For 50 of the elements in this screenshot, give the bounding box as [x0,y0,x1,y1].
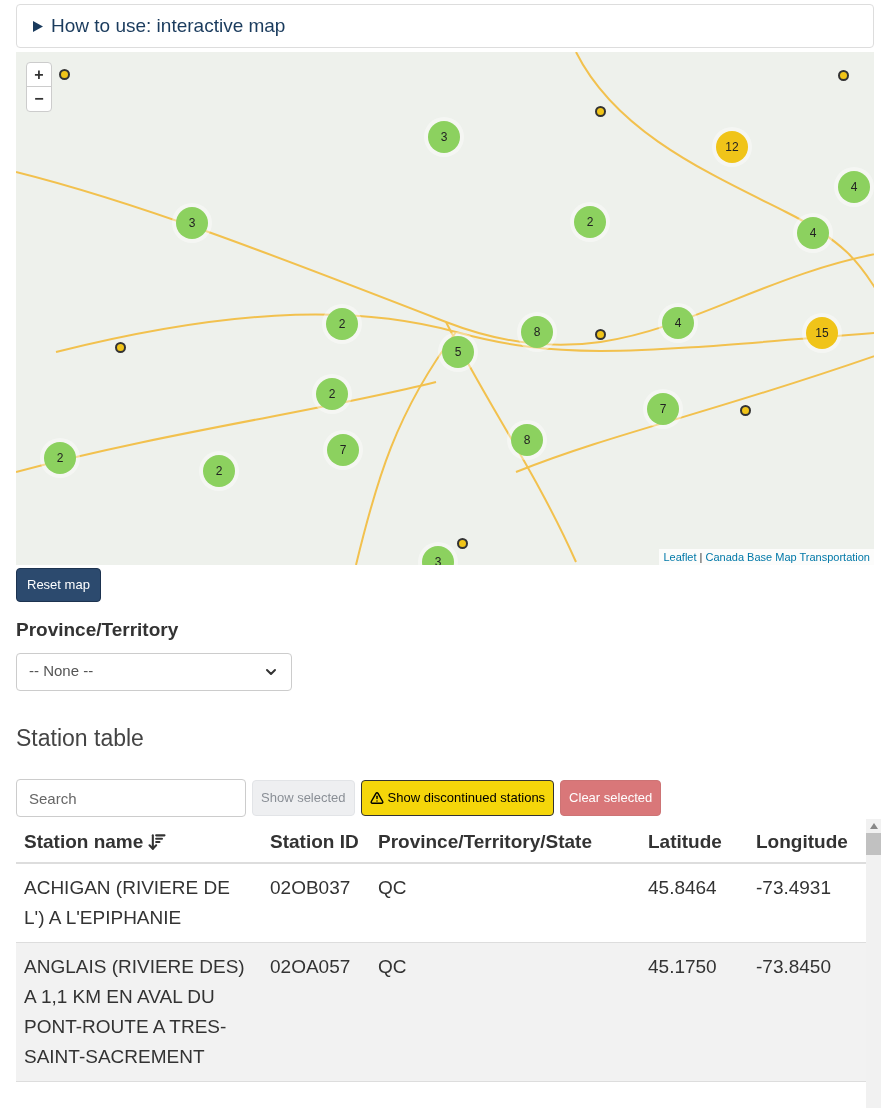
cluster-marker[interactable]: 8 [511,424,543,456]
table-cell-text: -73.4931 [755,876,832,900]
scrollbar[interactable] [866,819,881,1108]
cluster-marker[interactable]: 7 [647,393,679,425]
cluster-marker[interactable]: 4 [797,217,829,249]
table-cell-text: QC [377,955,408,979]
cluster-marker[interactable]: 2 [574,206,606,238]
column-header[interactable]: Latitude [640,827,748,856]
cluster-marker[interactable]: 4 [838,171,870,203]
cluster-marker[interactable]: 3 [176,207,208,239]
section-title: Station table [16,723,145,753]
cluster-marker[interactable]: 2 [316,378,348,410]
table-cell-text: 45.8464 [647,876,718,900]
warning-icon [369,791,384,805]
cluster-marker[interactable]: 2 [44,442,76,474]
caret-icon [33,20,43,32]
cluster-marker[interactable]: 15 [806,317,838,349]
search-field[interactable]: Search [16,779,246,817]
column-header[interactable]: Longitude [748,827,866,856]
cluster-marker[interactable]: 5 [442,336,474,368]
cluster-marker[interactable]: 7 [327,434,359,466]
attribution-link[interactable]: Canada Base Map Transportation [705,548,870,565]
zoom-out-button[interactable]: − [27,87,51,111]
cluster-marker[interactable]: 3 [428,121,460,153]
column-header[interactable]: Station ID [262,827,370,856]
attribution-separator: | [698,549,704,565]
table-cell-text: ANGLAIS (RIVIERE DES) A 1,1 KM EN AVAL DU PONT-ROUTE A TRES-SAINT-SACREMENT [23,955,246,1069]
cluster-marker[interactable]: 2 [326,308,358,340]
table-cell-text: 02OB037 [269,876,352,900]
table-cell-text: 02OA057 [269,955,352,979]
cluster-marker[interactable]: 2 [203,455,235,487]
column-header[interactable]: Province/Territory/State [370,827,640,856]
reset-map-button[interactable]: Reset map [16,568,101,602]
column-header[interactable]: Station name [16,827,262,856]
cluster-marker[interactable]: 8 [521,316,553,348]
cluster-marker[interactable]: 12 [716,131,748,163]
help-toggle[interactable]: How to use: interactive map [16,4,874,48]
cluster-marker[interactable]: 4 [662,307,694,339]
table-cell-text: ACHIGAN (RIVIERE DE L') A L'EPIPHANIE [23,876,231,930]
table-cell-text: 45.1750 [647,955,718,979]
province-select[interactable]: -- None -- [16,652,292,691]
scrollbar-thumb[interactable] [866,833,881,855]
attribution-link[interactable]: Leaflet [663,548,697,565]
scroll-up-icon[interactable] [869,823,878,829]
table-cell-text: -73.8450 [755,955,832,979]
zoom-in-button[interactable]: + [27,63,51,87]
table-cell-text: QC [377,876,408,900]
discontinued-button[interactable]: Show discontinued stations [360,780,555,816]
province-label: Province/Territory [16,618,180,642]
sort-icon [147,832,168,852]
